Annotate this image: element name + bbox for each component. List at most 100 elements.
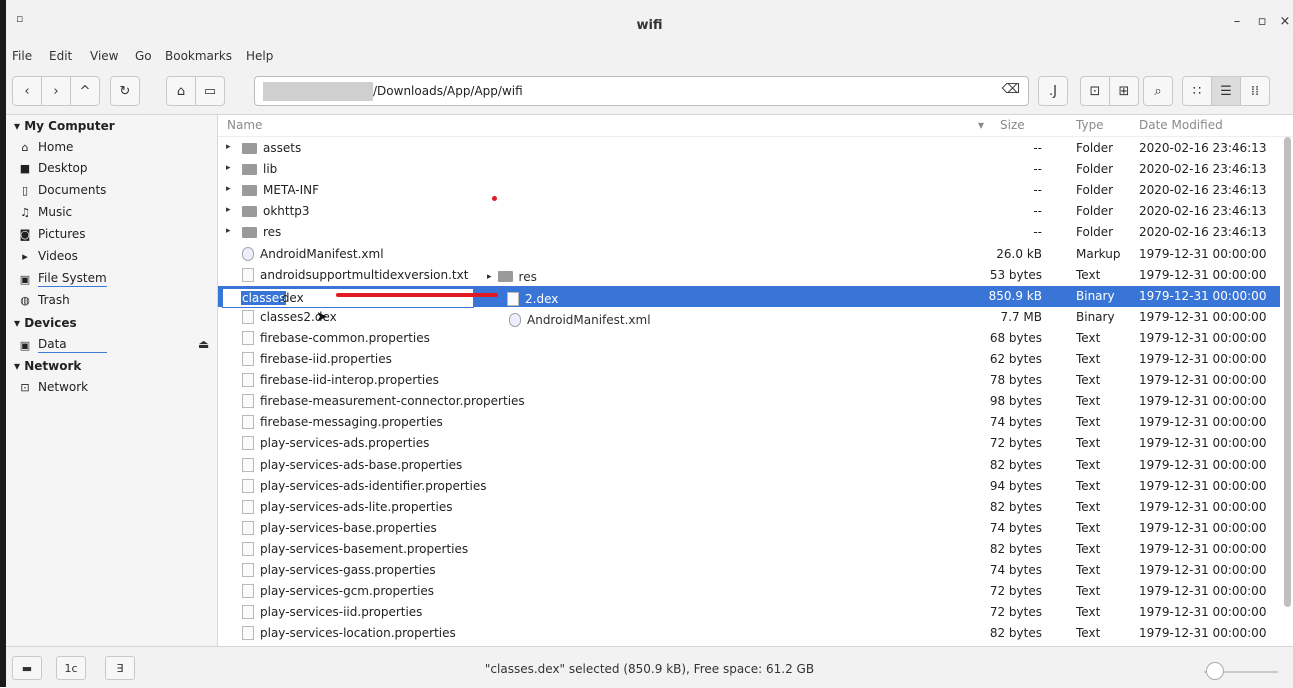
sidebar-section-devices[interactable]: ▾ Devices xyxy=(14,316,77,330)
file-row[interactable]: play-services-gass.properties 74 bytes Tex… xyxy=(218,560,1280,581)
menu-file[interactable]: File xyxy=(12,49,32,63)
file-size: 62 bytes xyxy=(989,352,1042,366)
file-row[interactable]: play-services-ads.properties 72 bytes Text… xyxy=(218,433,1280,454)
file-row[interactable]: firebase-iid.properties 62 bytes Text 1979-… xyxy=(218,349,1280,370)
file-row[interactable]: play-services-gcm.properties 72 bytes Text… xyxy=(218,581,1280,602)
computer-button[interactable]: ▭ xyxy=(195,76,225,106)
file-date: 1979-12-31 00:00:00 xyxy=(1139,563,1267,577)
up-button[interactable]: ^ xyxy=(70,76,100,106)
section-title: Network xyxy=(24,359,82,373)
column-type[interactable]: Type xyxy=(1076,118,1104,132)
compact-view-button[interactable]: ⁞⁞ xyxy=(1240,76,1270,106)
file-row[interactable]: play-services-location.properties 82 byte… xyxy=(218,623,1280,644)
file-icon xyxy=(242,584,254,599)
sidebar-item-desktop[interactable]: ■ Desktop xyxy=(18,161,88,175)
file-type: Text xyxy=(1076,415,1101,430)
search-button[interactable]: ⌕ xyxy=(1143,76,1173,106)
preview-row: ▸ res xyxy=(487,266,537,287)
minimize-button[interactable]: – xyxy=(1226,14,1248,34)
sidebar-item-home[interactable]: ⌂ Home xyxy=(18,140,74,154)
file-row[interactable]: firebase-measurement-connector.propertie… xyxy=(218,391,1280,412)
file-icon xyxy=(242,626,254,641)
sidebar-item-trash[interactable]: ◍ Trash xyxy=(18,293,70,307)
mouse-cursor-icon: ➤ xyxy=(316,309,328,325)
close-button[interactable]: × xyxy=(1274,14,1293,34)
folder-row[interactable]: ▸ assets -- Folder 2020-02-16 23:46:13 xyxy=(218,138,1280,159)
file-type: Text xyxy=(1076,373,1101,388)
forward-button[interactable]: › xyxy=(41,76,71,106)
sidebar-item-file-system[interactable]: ▣ File System xyxy=(18,271,107,287)
sidebar-section-network[interactable]: ▾ Network xyxy=(14,359,81,373)
list-view-button[interactable]: ☰ xyxy=(1211,76,1241,106)
terminal-button[interactable]: ⊡ xyxy=(1080,76,1110,106)
file-row[interactable]: play-services-ads-lite.properties 82 byte… xyxy=(218,497,1280,518)
file-row[interactable]: firebase-iid-interop.properties 78 bytes T… xyxy=(218,370,1280,391)
sidebar-item-videos[interactable]: ▸ Videos xyxy=(18,249,78,263)
list-view-icon: ☰ xyxy=(1220,83,1232,99)
file-size: 74 bytes xyxy=(989,415,1042,430)
file-row[interactable]: AndroidManifest.xml 26.0 kB Markup 1979-12-… xyxy=(218,244,1280,265)
file-row[interactable]: play-services-ads-identifier.properties 9… xyxy=(218,476,1280,497)
sidebar-item-documents[interactable]: ▯ Documents xyxy=(18,183,106,197)
file-size: 82 bytes xyxy=(989,541,1042,556)
file-date: 1979-12-31 00:00:00 xyxy=(1139,436,1267,451)
menu-go[interactable]: Go xyxy=(135,49,152,63)
file-type: Text xyxy=(1076,394,1101,409)
status-bar: ▬ 1c ∃ "classes.dex" selected (850.9 kB)… xyxy=(6,646,1293,688)
zoom-slider-handle[interactable] xyxy=(1206,662,1224,680)
sidebar-item-network[interactable]: ⊡ Network xyxy=(18,380,88,394)
expander-icon[interactable]: ▸ xyxy=(226,226,231,236)
file-date: 1979-12-31 00:00:00 xyxy=(1139,394,1267,409)
file-row[interactable]: play-services-base.properties 74 bytes Tex… xyxy=(218,518,1280,539)
folder-row[interactable]: ▸ res -- Folder 2020-02-16 23:46:13 xyxy=(218,222,1280,243)
file-row[interactable]: play-services-ads-base.properties 82 byte… xyxy=(218,455,1280,476)
sidebar-item-label: Documents xyxy=(38,183,107,197)
file-name: play-services-ads-lite.properties xyxy=(260,499,453,514)
column-header: Name ▾ Size Type Date Modified xyxy=(218,115,1293,137)
sidebar-item-music[interactable]: ♫ Music xyxy=(18,205,72,219)
sidebar-item-label: File System xyxy=(38,271,107,287)
scrollbar[interactable] xyxy=(1284,137,1291,607)
sidebar-item-label: Trash xyxy=(38,293,70,307)
file-size: 72 bytes xyxy=(989,605,1042,620)
folder-row[interactable]: ▸ okhttp3 -- Folder 2020-02-16 23:46:13 xyxy=(218,201,1280,222)
back-button[interactable]: ‹ xyxy=(12,76,42,106)
menu-view[interactable]: View xyxy=(90,49,118,63)
file-row[interactable]: firebase-messaging.properties 74 bytes Tex… xyxy=(218,412,1280,433)
file-row[interactable]: play-services-basement.properties 82 byte… xyxy=(218,539,1280,560)
column-date[interactable]: Date Modified xyxy=(1139,118,1223,132)
expander-icon[interactable]: ▸ xyxy=(226,142,231,152)
file-type: Text xyxy=(1076,520,1101,535)
menu-bookmarks[interactable]: Bookmarks xyxy=(165,49,232,63)
expander-icon[interactable]: ▸ xyxy=(226,163,231,173)
file-row[interactable]: play-services-iid.properties 72 bytes Text… xyxy=(218,602,1280,623)
icon-view-button[interactable]: ∷ xyxy=(1182,76,1212,106)
column-name[interactable]: Name xyxy=(227,118,262,132)
rename-field[interactable]: classes .dex xyxy=(222,288,474,308)
file-name: okhttp3 xyxy=(263,204,310,219)
home-button[interactable]: ⌂ xyxy=(166,76,196,106)
sidebar-item-pictures[interactable]: ◙ Pictures xyxy=(18,227,86,241)
maximize-button[interactable]: ▫ xyxy=(1251,14,1273,34)
file-icon xyxy=(242,394,254,409)
menu-help[interactable]: Help xyxy=(246,49,273,63)
eject-icon[interactable]: ⏏ xyxy=(198,337,209,351)
reload-button[interactable]: ↻ xyxy=(110,76,140,106)
folder-row[interactable]: ▸ lib -- Folder 2020-02-16 23:46:13 xyxy=(218,159,1280,180)
file-type: Folder xyxy=(1076,225,1114,240)
folder-row[interactable]: ▸ META-INF -- Folder 2020-02-16 23:46:13 xyxy=(218,180,1280,201)
file-type: Folder xyxy=(1076,162,1114,177)
file-name-cell: res xyxy=(242,225,281,239)
sidebar-section-my-computer[interactable]: ▾ My Computer xyxy=(14,119,115,133)
location-bar[interactable]: /Downloads/App/App/wifi ⌫ xyxy=(254,76,1029,106)
expander-icon[interactable]: ▸ xyxy=(226,205,231,215)
new-folder-button[interactable]: ⊞ xyxy=(1109,76,1139,106)
clear-location-icon[interactable]: ⌫ xyxy=(1002,82,1020,97)
sidebar-item-data[interactable]: ▣ Data xyxy=(18,337,107,353)
file-name: res xyxy=(263,225,282,240)
menu-edit[interactable]: Edit xyxy=(49,49,72,63)
toggle-location-button[interactable]: .J xyxy=(1038,76,1068,106)
column-size[interactable]: Size xyxy=(1000,118,1025,132)
file-icon xyxy=(242,352,254,366)
expander-icon[interactable]: ▸ xyxy=(226,184,231,194)
